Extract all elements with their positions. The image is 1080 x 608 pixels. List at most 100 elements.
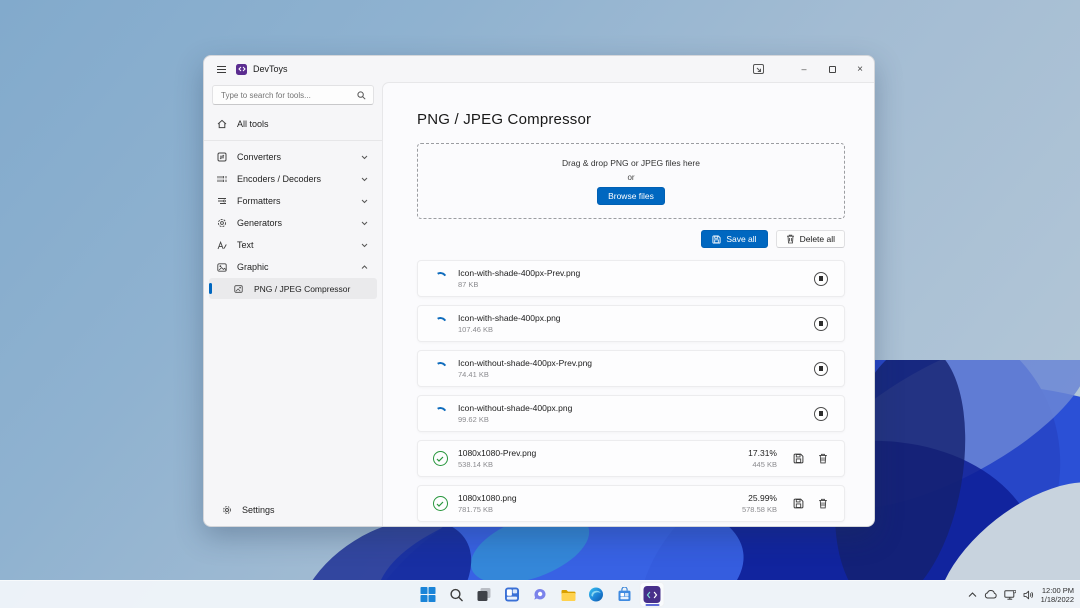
chevron-up-icon <box>361 265 368 270</box>
volume-icon[interactable] <box>1023 590 1034 600</box>
network-icon[interactable] <box>1004 590 1016 600</box>
success-check-icon <box>432 496 448 512</box>
cancel-compression-button[interactable] <box>814 272 828 286</box>
chevron-down-icon <box>361 221 368 226</box>
chat-button[interactable] <box>528 582 553 607</box>
onedrive-cloud-icon[interactable] <box>984 590 997 599</box>
desktop-wallpaper: DevToys – × All tools <box>0 0 1080 608</box>
delete-all-button[interactable]: Delete all <box>776 230 845 248</box>
file-name: 1080x1080.png <box>458 493 517 503</box>
devtoys-icon <box>644 586 661 603</box>
maximize-icon <box>829 66 836 73</box>
devtoys-window: DevToys – × All tools <box>203 55 875 527</box>
search-input[interactable] <box>213 91 357 100</box>
stop-icon <box>819 411 824 416</box>
formatters-icon <box>216 197 227 205</box>
sidebar-item-label: Formatters <box>237 196 351 206</box>
compressed-size: 445 KB <box>748 460 777 469</box>
start-button[interactable] <box>416 582 441 607</box>
delete-file-button[interactable] <box>814 450 832 468</box>
progress-spinner-icon <box>432 361 448 377</box>
delete-file-button[interactable] <box>814 495 832 513</box>
main-content: PNG / JPEG Compressor Drag & drop PNG or… <box>382 82 874 526</box>
sidebar-item-formatters[interactable]: Formatters <box>209 190 377 212</box>
stop-icon <box>819 321 824 326</box>
stop-icon <box>819 276 824 281</box>
graphic-tools-icon <box>216 263 227 272</box>
sidebar-item-label: Converters <box>237 152 351 162</box>
chevron-down-icon <box>361 199 368 204</box>
save-file-button[interactable] <box>789 495 807 513</box>
browse-files-button[interactable]: Browse files <box>597 187 665 205</box>
tray-time: 12:00 PM <box>1041 586 1074 595</box>
file-dropzone[interactable]: Drag & drop PNG or JPEG files here or Br… <box>417 143 845 219</box>
save-all-button[interactable]: Save all <box>701 230 767 248</box>
file-size: 87 KB <box>458 280 580 289</box>
taskbar-search-button[interactable] <box>444 582 469 607</box>
sidebar-item-label: PNG / JPEG Compressor <box>254 284 370 294</box>
file-row: Icon-with-shade-400px.png 107.46 KB <box>417 305 845 342</box>
bulk-actions: Save all Delete all <box>417 230 845 248</box>
trash-icon <box>786 234 795 244</box>
widgets-button[interactable] <box>500 582 525 607</box>
compact-overlay-button[interactable] <box>744 57 772 81</box>
titlebar[interactable]: DevToys – × <box>204 56 874 82</box>
sidebar-divider <box>204 140 382 141</box>
compression-percent: 17.31% <box>748 448 777 458</box>
taskbar: 12:00 PM 1/18/2022 <box>0 580 1080 608</box>
sidebar-item-text[interactable]: Text <box>209 234 377 256</box>
file-size: 99.62 KB <box>458 415 572 424</box>
sidebar-item-label: All tools <box>237 119 370 129</box>
sidebar-item-generators[interactable]: Generators <box>209 212 377 234</box>
hidden-icons-chevron[interactable] <box>968 592 977 598</box>
sidebar: All tools Converters Encoders / Decoders <box>204 82 382 526</box>
sidebar-item-graphic[interactable]: Graphic <box>209 256 377 278</box>
file-name: Icon-with-shade-400px.png <box>458 313 561 323</box>
file-row: Icon-without-shade-400px.png 99.62 KB <box>417 395 845 432</box>
sidebar-item-label: Settings <box>242 505 365 515</box>
file-explorer-button[interactable] <box>556 582 581 607</box>
file-row: Icon-without-shade-400px-Prev.png 74.41 … <box>417 350 845 387</box>
cancel-compression-button[interactable] <box>814 317 828 331</box>
file-size: 107.46 KB <box>458 325 561 334</box>
file-row: Icon-with-shade-400px-Prev.png 87 KB <box>417 260 845 297</box>
maximize-button[interactable] <box>818 57 846 81</box>
success-check-icon <box>432 451 448 467</box>
cancel-compression-button[interactable] <box>814 407 828 421</box>
image-compressor-icon <box>233 285 244 293</box>
file-size: 781.75 KB <box>458 505 517 514</box>
sidebar-item-encoders-decoders[interactable]: Encoders / Decoders <box>209 168 377 190</box>
task-view-button[interactable] <box>472 582 497 607</box>
tool-search-box[interactable] <box>212 85 374 105</box>
converters-icon <box>216 152 227 162</box>
sidebar-item-settings[interactable]: Settings <box>214 499 372 521</box>
close-button[interactable]: × <box>846 57 874 81</box>
file-list: Icon-with-shade-400px-Prev.png 87 KB Ico… <box>417 260 845 522</box>
hamburger-menu-button[interactable] <box>208 56 234 82</box>
save-file-button[interactable] <box>789 450 807 468</box>
task-view-icon <box>477 587 492 602</box>
devtoys-taskbar-button[interactable] <box>640 582 665 607</box>
file-size: 538.14 KB <box>458 460 536 469</box>
minimize-button[interactable]: – <box>790 57 818 81</box>
compression-percent: 25.99% <box>742 493 777 503</box>
file-row: 1080x1080.png 781.75 KB 25.99% 578.58 KB <box>417 485 845 522</box>
delete-all-label: Delete all <box>800 234 835 244</box>
text-tools-icon <box>216 241 227 250</box>
sidebar-item-converters[interactable]: Converters <box>209 146 377 168</box>
save-icon <box>793 453 804 464</box>
sidebar-item-all-tools[interactable]: All tools <box>209 113 377 135</box>
windows-logo-icon <box>421 587 436 602</box>
file-name: 1080x1080-Prev.png <box>458 448 536 458</box>
search-icon <box>357 91 366 100</box>
home-icon <box>216 119 227 129</box>
progress-spinner-icon <box>432 316 448 332</box>
sidebar-item-png-jpeg-compressor[interactable]: PNG / JPEG Compressor <box>209 278 377 299</box>
taskbar-clock[interactable]: 12:00 PM 1/18/2022 <box>1041 586 1074 604</box>
edge-button[interactable] <box>584 582 609 607</box>
stop-icon <box>819 366 824 371</box>
store-button[interactable] <box>612 582 637 607</box>
progress-spinner-icon <box>432 406 448 422</box>
gear-icon <box>221 505 232 515</box>
cancel-compression-button[interactable] <box>814 362 828 376</box>
